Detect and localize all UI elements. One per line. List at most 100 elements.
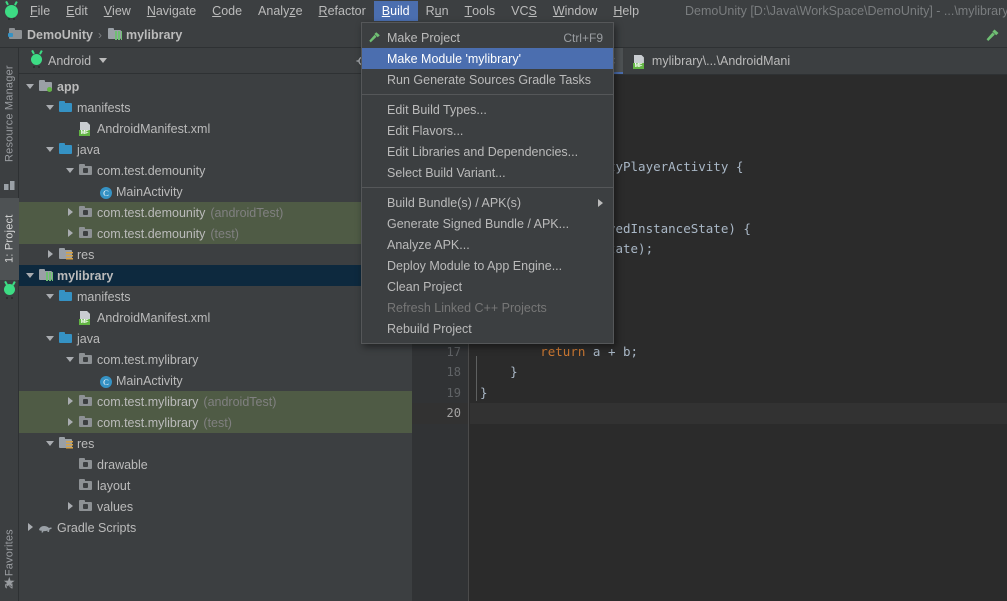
tree-row[interactable]: res	[19, 433, 412, 454]
chevron-right-icon[interactable]	[45, 249, 56, 260]
hammer-icon	[986, 29, 999, 41]
sidebar-tab-build-variants[interactable]: ariants	[0, 596, 19, 601]
code-line: }	[470, 383, 1007, 404]
class-icon: C	[100, 375, 112, 388]
chevron-right-icon[interactable]	[25, 522, 36, 533]
package-icon	[78, 352, 93, 367]
menu-item-rebuild-project[interactable]: Rebuild Project	[362, 318, 613, 339]
tree-row[interactable]: MF AndroidManifest.xml	[19, 118, 412, 139]
sidebar-tab-label-resource-manager: Resource Manager	[3, 65, 16, 163]
menu-separator	[362, 187, 613, 188]
menu-item-run-generate-sources-gradle-tasks[interactable]: Run Generate Sources Gradle Tasks	[362, 69, 613, 90]
menu-item-make-project[interactable]: Make Project Ctrl+F9	[362, 27, 613, 48]
menu-item-edit-libraries-and-dependencies[interactable]: Edit Libraries and Dependencies...	[362, 141, 613, 162]
tree-row[interactable]: res	[19, 244, 412, 265]
chevron-right-icon[interactable]	[65, 207, 76, 218]
chevron-down-icon[interactable]	[45, 291, 56, 302]
menu-view[interactable]: View	[96, 1, 139, 21]
chevron-down-icon[interactable]	[65, 165, 76, 176]
make-project-button[interactable]	[984, 27, 1001, 44]
menu-build[interactable]: Build	[373, 1, 418, 21]
package-icon	[78, 478, 93, 493]
chevron-right-icon[interactable]	[65, 396, 76, 407]
tree-row[interactable]: com.test.mylibrary	[19, 349, 412, 370]
menu-navigate[interactable]: Navigate	[139, 1, 204, 21]
breadcrumb-label-module: mylibrary	[125, 27, 183, 42]
menu-item-label: Make Module 'mylibrary'	[387, 51, 521, 66]
app-module-icon	[38, 79, 53, 94]
menu-item-select-build-variant[interactable]: Select Build Variant...	[362, 162, 613, 183]
menu-run[interactable]: Run	[418, 1, 457, 21]
sidebar-tab-resource-manager[interactable]: Resource Manager	[0, 54, 19, 174]
menu-item-label: Make Project	[387, 30, 460, 45]
chevron-right-icon[interactable]	[65, 228, 76, 239]
menu-window[interactable]: Window	[545, 1, 605, 21]
tree-row[interactable]: com.test.demounity (androidTest)	[19, 202, 412, 223]
tree-row[interactable]: com.test.mylibrary (test)	[19, 412, 412, 433]
chevron-down-icon[interactable]	[65, 354, 76, 365]
menu-item-clean-project[interactable]: Clean Project	[362, 276, 613, 297]
menu-item-edit-flavors[interactable]: Edit Flavors...	[362, 120, 613, 141]
tree-row[interactable]: layout	[19, 475, 412, 496]
menu-vcs[interactable]: VC S	[503, 1, 545, 21]
tree-row[interactable]: app	[19, 76, 412, 97]
menu-item-make-module-mylibrary[interactable]: Make Module 'mylibrary'	[362, 48, 613, 69]
chevron-down-icon[interactable]	[25, 270, 36, 281]
tree-row[interactable]: values	[19, 496, 412, 517]
breadcrumb-separator: ›	[97, 27, 102, 42]
sidebar-tab-project[interactable]: 1: Project	[0, 198, 19, 280]
chevron-right-icon[interactable]	[65, 417, 76, 428]
tree-row[interactable]: java	[19, 139, 412, 160]
breadcrumb-item-module[interactable]: mylibrary	[107, 27, 182, 42]
chevron-down-icon[interactable]	[45, 333, 56, 344]
menu-tools[interactable]: Tools	[457, 1, 504, 21]
menu-item-generate-signed-bundle-apk[interactable]: Generate Signed Bundle / APK...	[362, 213, 613, 234]
package-icon	[78, 457, 93, 472]
menu-item-edit-build-types[interactable]: Edit Build Types...	[362, 99, 613, 120]
menu-edit[interactable]: Edit	[58, 1, 96, 21]
tree-row[interactable]: C MainActivity	[19, 370, 412, 391]
menu-code[interactable]: Code	[204, 1, 250, 21]
tree-row[interactable]: com.test.mylibrary (androidTest)	[19, 391, 412, 412]
menu-file[interactable]: File	[22, 1, 58, 21]
menu-item-analyze-apk[interactable]: Analyze APK...	[362, 234, 613, 255]
tree-row[interactable]: Gradle Scripts	[19, 517, 412, 538]
tree-row-scope: (test)	[203, 415, 232, 430]
menu-refactor[interactable]: Refactor	[311, 1, 374, 21]
tree-row[interactable]: java	[19, 328, 412, 349]
project-tool-window: Android app manifests MF AndroidManifest.xm…	[19, 48, 412, 601]
build-menu-dropdown[interactable]: Make Project Ctrl+F9 Make Module 'mylibrar…	[361, 22, 614, 344]
project-scope-selector[interactable]: Android	[31, 53, 108, 68]
menu-separator	[362, 94, 613, 95]
tree-row[interactable]: mylibrary	[19, 265, 412, 286]
chevron-down-icon[interactable]	[25, 81, 36, 92]
menu-analyze[interactable]: Analy z e	[250, 1, 310, 21]
tree-row[interactable]: manifests	[19, 286, 412, 307]
code-token: }	[480, 364, 518, 379]
menu-item-deploy-module-to-app-engine[interactable]: Deploy Module to App Engine...	[362, 255, 613, 276]
chevron-down-icon[interactable]	[45, 102, 56, 113]
menu-item-build-bundle-s-apk-s[interactable]: Build Bundle(s) / APK(s)	[362, 192, 613, 213]
window-title: DemoUnity [D:\Java\WorkSpace\DemoUnity] …	[685, 4, 1007, 18]
tree-row-label: AndroidManifest.xml	[97, 121, 211, 136]
gradle-icon	[38, 520, 53, 535]
project-tree[interactable]: app manifests MF AndroidManifest.xml java com…	[19, 74, 412, 601]
menu-item-label: Deploy Module to App Engine...	[387, 258, 563, 273]
menu-help[interactable]: Help	[605, 1, 647, 21]
tree-row-scope: (androidTest)	[210, 205, 284, 220]
chevron-down-icon[interactable]	[45, 438, 56, 449]
chevron-down-icon[interactable]	[45, 144, 56, 155]
tree-row[interactable]: com.test.demounity	[19, 160, 412, 181]
tree-row-label: AndroidManifest.xml	[97, 310, 211, 325]
breadcrumb-item-project[interactable]: DemoUnity	[8, 27, 93, 42]
editor-tab-androidmanifest[interactable]: MF mylibrary\...\AndroidMani	[623, 48, 797, 74]
manifest-file-icon: MF	[78, 121, 93, 136]
chevron-right-icon[interactable]	[65, 501, 76, 512]
tree-row[interactable]: com.test.demounity (test)	[19, 223, 412, 244]
tree-row[interactable]: MF AndroidManifest.xml	[19, 307, 412, 328]
tree-row[interactable]: manifests	[19, 97, 412, 118]
tree-row-label: manifests	[77, 289, 131, 304]
menu-item-label: Analyze APK...	[387, 237, 470, 252]
tree-row[interactable]: drawable	[19, 454, 412, 475]
tree-row[interactable]: C MainActivity	[19, 181, 412, 202]
